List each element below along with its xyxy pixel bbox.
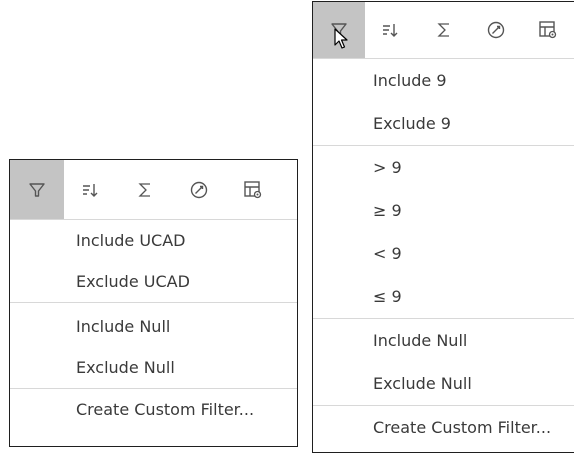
- sum-button[interactable]: [118, 160, 172, 219]
- calculation-icon: [190, 181, 208, 198]
- less-than-item[interactable]: < 9: [313, 232, 574, 275]
- menu-group-comparison: > 9 ≥ 9 < 9 ≤ 9: [313, 146, 574, 319]
- menu-group-value: Include 9 Exclude 9: [313, 59, 574, 146]
- filter-icon: [29, 182, 45, 197]
- include-value-item[interactable]: Include 9: [313, 59, 574, 102]
- right-toolbar: [313, 2, 574, 59]
- menu-group-null: Include Null Exclude Null: [313, 319, 574, 406]
- calculation-button[interactable]: [172, 160, 226, 219]
- calculation-button[interactable]: [470, 2, 522, 58]
- sum-button[interactable]: [417, 2, 469, 58]
- greater-or-equal-item[interactable]: ≥ 9: [313, 189, 574, 232]
- left-toolbar: [10, 160, 297, 220]
- filter-button[interactable]: [10, 160, 64, 219]
- exclude-null-item[interactable]: Exclude Null: [313, 362, 574, 405]
- exclude-value-item[interactable]: Exclude UCAD: [10, 261, 297, 302]
- left-menu-items: Include UCAD Exclude UCAD Include Null E…: [10, 220, 297, 430]
- menu-group-custom: Create Custom Filter...: [10, 389, 297, 430]
- sum-icon: [138, 182, 150, 197]
- left-filter-menu: Include UCAD Exclude UCAD Include Null E…: [9, 159, 298, 447]
- table-settings-button[interactable]: [226, 160, 280, 219]
- right-filter-menu: Include 9 Exclude 9 > 9 ≥ 9 < 9 ≤ 9 Incl…: [312, 1, 574, 453]
- sort-icon: [83, 183, 98, 197]
- menu-group-value: Include UCAD Exclude UCAD: [10, 220, 297, 303]
- filter-button[interactable]: [313, 2, 366, 58]
- exclude-null-item[interactable]: Exclude Null: [10, 347, 297, 388]
- create-custom-filter-item[interactable]: Create Custom Filter...: [10, 389, 297, 430]
- greater-than-item[interactable]: > 9: [313, 146, 574, 189]
- create-custom-filter-item[interactable]: Create Custom Filter...: [313, 406, 574, 449]
- menu-group-null: Include Null Exclude Null: [10, 306, 297, 389]
- exclude-value-item[interactable]: Exclude 9: [313, 102, 574, 145]
- table-settings-icon: [244, 180, 262, 198]
- right-menu-items: Include 9 Exclude 9 > 9 ≥ 9 < 9 ≤ 9 Incl…: [313, 59, 574, 449]
- include-null-item[interactable]: Include Null: [10, 306, 297, 347]
- include-value-item[interactable]: Include UCAD: [10, 220, 297, 261]
- calculation-icon: [487, 21, 504, 39]
- less-or-equal-item[interactable]: ≤ 9: [313, 275, 574, 318]
- sum-icon: [436, 23, 449, 37]
- menu-group-custom: Create Custom Filter...: [313, 406, 574, 449]
- table-settings-icon: [539, 21, 557, 39]
- sort-button[interactable]: [365, 2, 417, 58]
- sort-button[interactable]: [64, 160, 118, 219]
- mouse-cursor-icon: [334, 28, 348, 49]
- include-null-item[interactable]: Include Null: [313, 319, 574, 362]
- sort-icon: [383, 24, 398, 37]
- table-settings-button[interactable]: [522, 2, 574, 58]
